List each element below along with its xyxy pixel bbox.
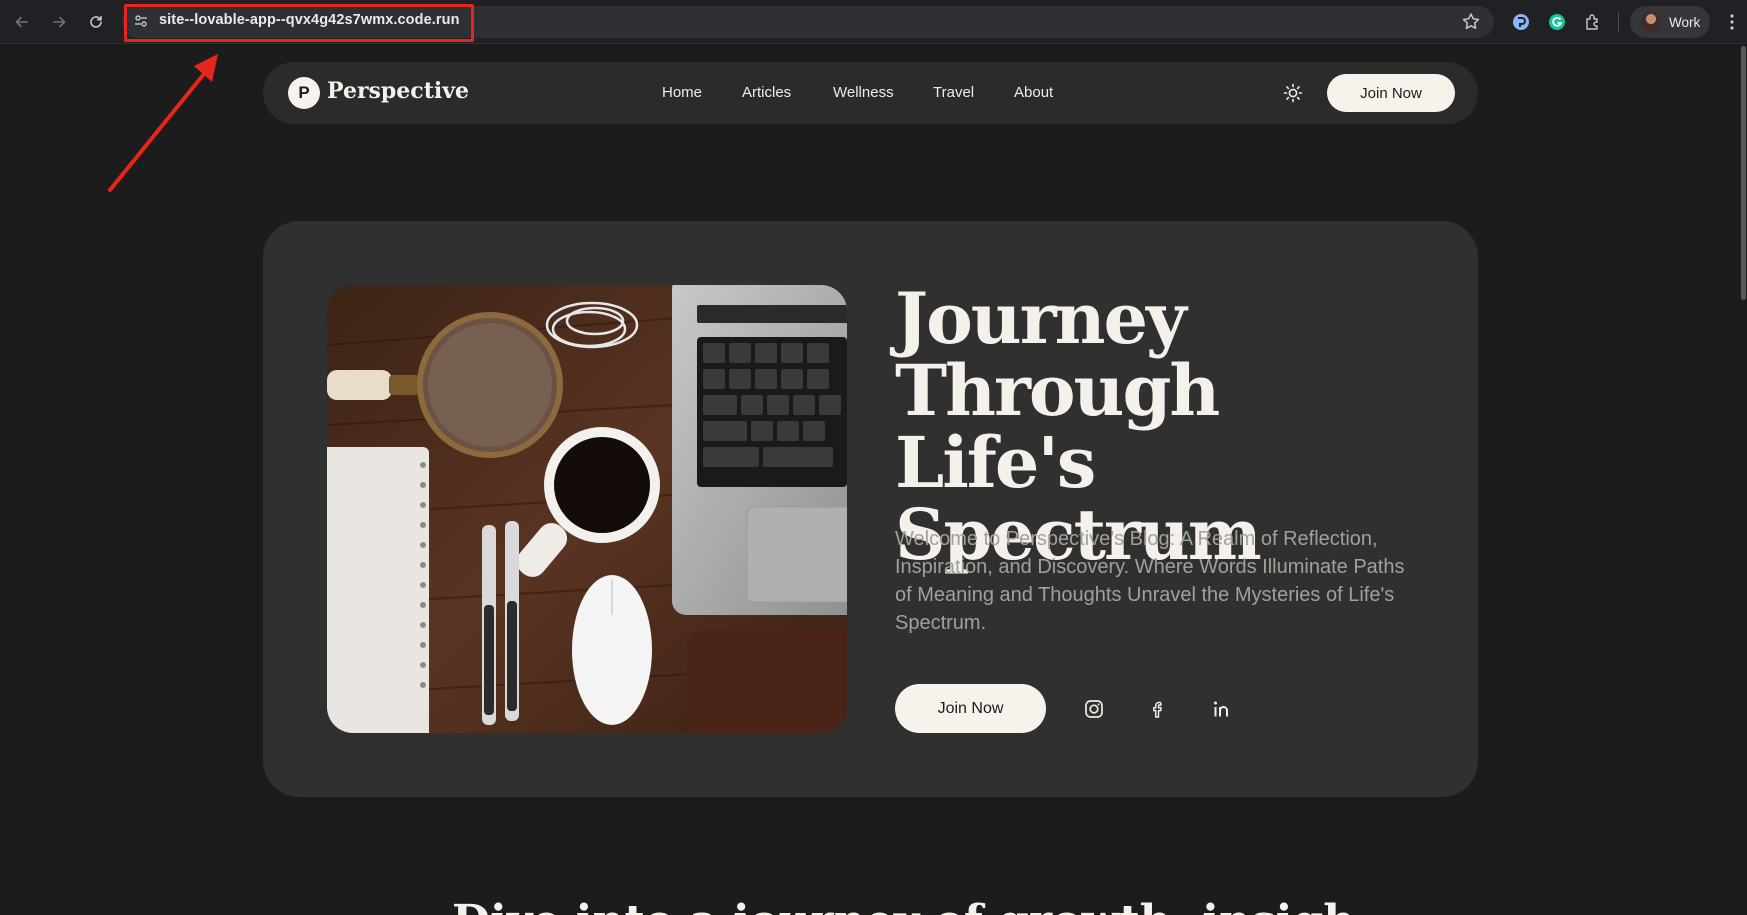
facebook-icon[interactable]: [1146, 697, 1170, 721]
toolbar-divider: [1618, 12, 1619, 32]
nav-link-about[interactable]: About: [1014, 84, 1053, 101]
next-section-heading-text: Dive into a journey of growth, insight a…: [452, 899, 1352, 915]
hero-description: Welcome to Perspective's Blog: A Realm o…: [895, 528, 1405, 634]
linkedin-icon[interactable]: [1210, 697, 1234, 721]
nav-link-wellness[interactable]: Wellness: [833, 84, 894, 101]
browser-menu-icon[interactable]: [1722, 11, 1742, 33]
back-button[interactable]: [10, 10, 34, 34]
profile-label: Work: [1669, 14, 1701, 30]
brand-name[interactable]: Perspective: [327, 78, 469, 104]
extension-shield-icon[interactable]: [1510, 11, 1532, 33]
browser-toolbar: site--lovable-app--qvx4g42s7wmx.code.run…: [0, 0, 1747, 44]
avatar: [1641, 12, 1661, 32]
hero-join-now-button[interactable]: Join Now: [895, 684, 1046, 733]
arrow-left-icon: [15, 16, 28, 28]
reload-icon: [90, 15, 102, 28]
reload-button[interactable]: [84, 10, 108, 34]
annotation-highlight-box: [124, 4, 474, 42]
bookmark-star-icon[interactable]: [1460, 11, 1482, 33]
hero-image-desk-flatlay: [327, 285, 847, 733]
extensions-puzzle-icon[interactable]: [1582, 11, 1604, 33]
next-section-heading: Dive into a journey of growth, insight a…: [452, 899, 1352, 915]
forward-button[interactable]: [47, 10, 71, 34]
nav-link-articles[interactable]: Articles: [742, 84, 791, 101]
theme-toggle-button[interactable]: [1282, 82, 1304, 104]
nav-join-now-button[interactable]: Join Now: [1327, 74, 1455, 112]
nav-link-home[interactable]: Home: [662, 84, 702, 101]
hero-title-line: Through Life's: [895, 349, 1220, 504]
scrollbar-thumb[interactable]: [1741, 46, 1746, 300]
nav-link-travel[interactable]: Travel: [933, 84, 974, 101]
profile-button[interactable]: Work: [1630, 6, 1710, 38]
grammarly-icon[interactable]: [1546, 11, 1568, 33]
instagram-icon[interactable]: [1082, 697, 1106, 721]
hero-title-line: Journey: [895, 277, 1187, 360]
logo-mark[interactable]: P: [288, 77, 320, 109]
annotation-arrow: [108, 54, 218, 192]
arrow-right-icon: [53, 16, 66, 28]
sun-icon: [1283, 83, 1303, 103]
